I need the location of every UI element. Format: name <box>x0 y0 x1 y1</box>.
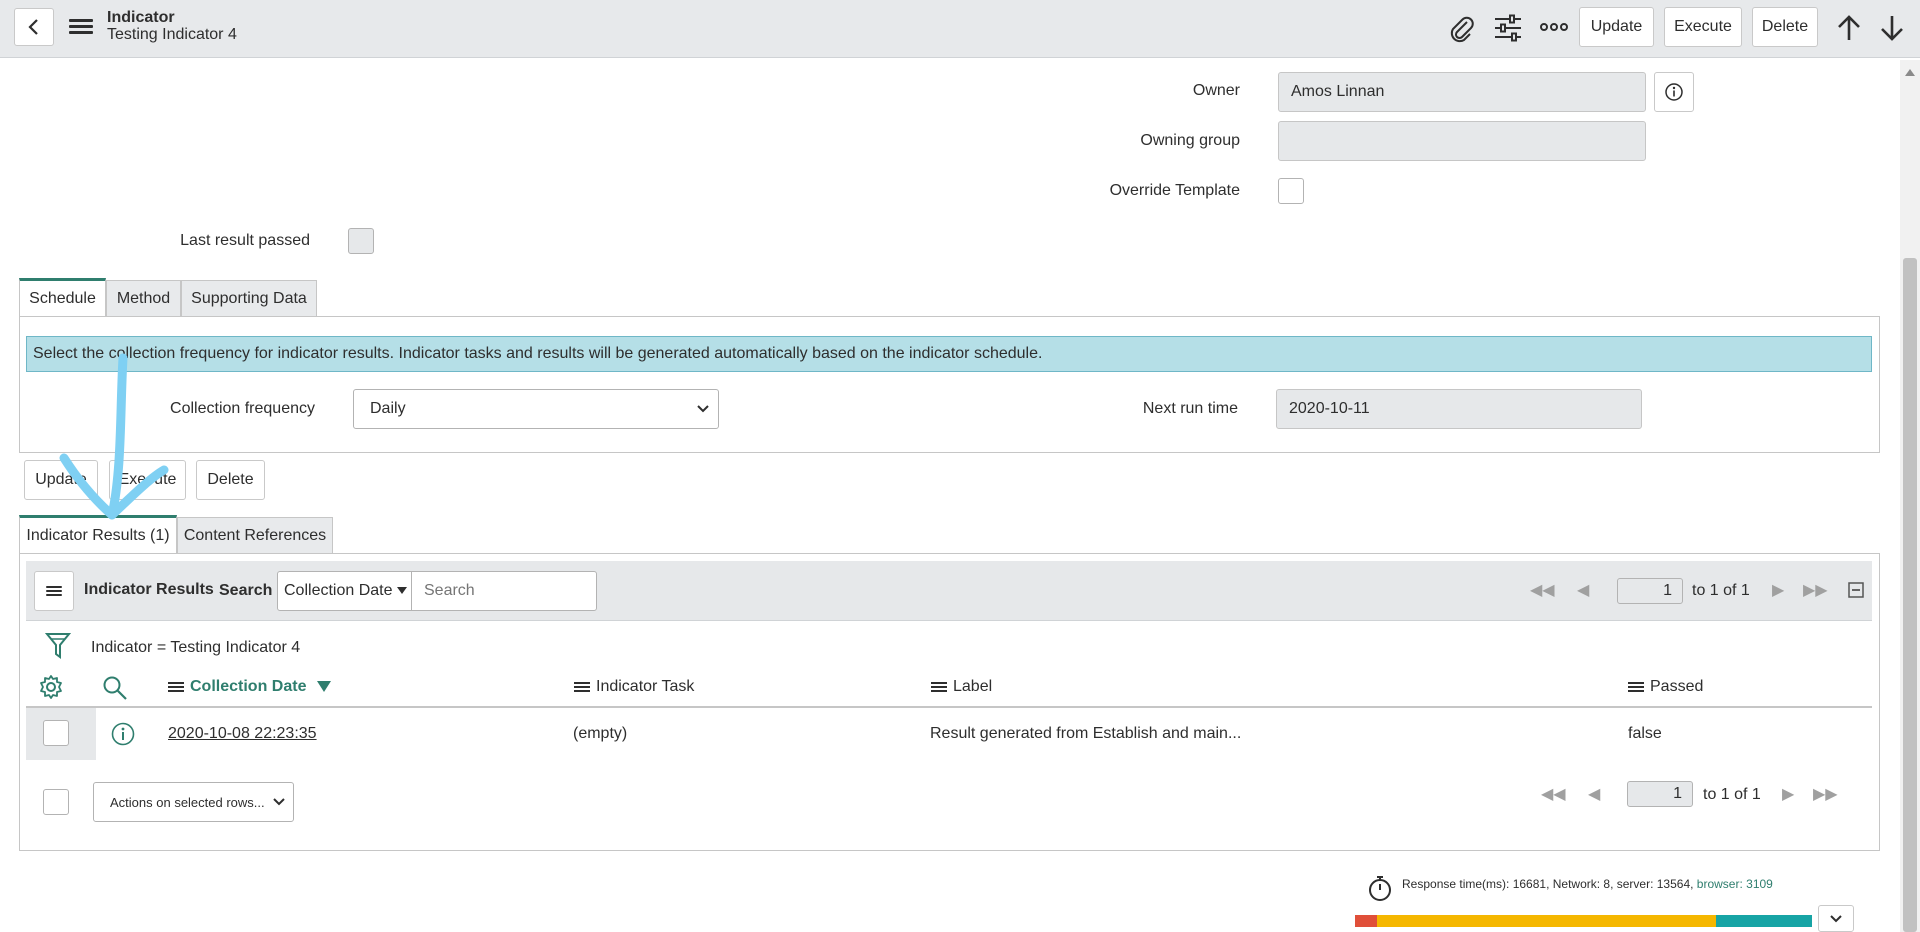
tab-supporting-data[interactable]: Supporting Data <box>181 280 317 317</box>
footer-last-page-icon[interactable]: ▶▶ <box>1813 784 1838 804</box>
cell-indicator-task: (empty) <box>573 725 628 742</box>
column-menu-icon[interactable] <box>1628 680 1644 694</box>
info-icon <box>1665 83 1683 101</box>
search-label: Search <box>219 582 273 599</box>
record-type: Indicator <box>107 9 175 26</box>
search-field-select[interactable]: Collection Date <box>277 571 412 611</box>
chevron-down-icon <box>697 405 709 413</box>
next-run-time-field[interactable]: 2020-10-11 <box>1276 389 1642 429</box>
footer-prev-page-icon[interactable]: ◀ <box>1588 784 1600 804</box>
tab-content-references[interactable]: Content References <box>177 517 333 554</box>
footer-page-number-input[interactable]: 1 <box>1627 781 1693 807</box>
response-bar-server <box>1355 915 1377 927</box>
collection-frequency-label: Collection frequency <box>170 400 315 417</box>
row-info-icon[interactable] <box>111 722 135 746</box>
override-template-checkbox[interactable] <box>1278 178 1304 204</box>
collection-frequency-value: Daily <box>370 400 406 417</box>
chevron-down-icon <box>1830 914 1842 922</box>
gear-icon[interactable] <box>38 674 64 700</box>
column-header-indicator-task[interactable]: Indicator Task <box>574 678 694 696</box>
header-delete-button[interactable]: Delete <box>1752 7 1818 47</box>
back-button[interactable] <box>14 8 54 46</box>
owner-field[interactable]: Amos Linnan <box>1278 72 1646 112</box>
column-menu-icon[interactable] <box>574 680 590 694</box>
more-options-icon[interactable] <box>1540 22 1568 32</box>
table-row: 2020-10-08 22:23:35 (empty) Result gener… <box>26 708 1872 760</box>
column-header-label[interactable]: Label <box>931 678 992 696</box>
collection-frequency-select[interactable]: Daily <box>353 389 719 429</box>
response-expand-button[interactable] <box>1818 905 1854 932</box>
sort-descending-icon <box>316 680 331 692</box>
owning-group-label: Owning group <box>1140 132 1240 149</box>
scrollbar-thumb[interactable] <box>1903 258 1917 932</box>
page-number-input[interactable]: 1 <box>1617 578 1683 604</box>
record-name: Testing Indicator 4 <box>107 26 237 43</box>
form-execute-button[interactable]: Execute <box>109 460 186 500</box>
tab-schedule[interactable]: Schedule <box>19 278 106 317</box>
next-page-icon[interactable]: ▶ <box>1772 580 1784 600</box>
search-icon[interactable] <box>102 675 128 701</box>
column-menu-icon[interactable] <box>168 680 184 694</box>
column-header-passed[interactable]: Passed <box>1628 678 1703 696</box>
chevron-left-icon <box>28 19 38 35</box>
last-result-passed-checkbox <box>348 228 374 254</box>
tab-method[interactable]: Method <box>106 280 181 317</box>
page-total: to 1 of 1 <box>1692 582 1750 599</box>
search-input[interactable] <box>411 571 597 611</box>
header-update-button[interactable]: Update <box>1579 7 1654 47</box>
response-time-text: Response time(ms): 16681, Network: 8, se… <box>1402 877 1773 891</box>
last-result-passed-label: Last result passed <box>180 232 310 249</box>
override-template-label: Override Template <box>1109 182 1240 199</box>
cell-passed: false <box>1628 725 1662 742</box>
form-delete-button[interactable]: Delete <box>196 460 265 500</box>
chevron-down-icon <box>273 798 285 806</box>
response-bar-browser <box>1377 915 1716 927</box>
caret-down-icon <box>396 587 407 594</box>
context-menu-icon[interactable] <box>69 16 93 37</box>
owner-label: Owner <box>1192 82 1240 99</box>
footer-next-page-icon[interactable]: ▶ <box>1782 784 1794 804</box>
owning-group-field[interactable] <box>1278 121 1646 161</box>
next-run-time-label: Next run time <box>1142 400 1238 417</box>
row-select-checkbox[interactable] <box>43 720 69 746</box>
list-menu-button[interactable] <box>34 571 74 611</box>
column-header-collection-date[interactable]: Collection Date <box>168 678 331 696</box>
cell-collection-date[interactable]: 2020-10-08 22:23:35 <box>168 725 317 743</box>
form-update-button[interactable]: Update <box>24 460 98 500</box>
arrow-down-icon[interactable] <box>1879 14 1905 42</box>
collapse-list-icon[interactable] <box>1848 582 1864 598</box>
filter-breadcrumb[interactable]: Indicator = Testing Indicator 4 <box>91 639 300 657</box>
footer-first-page-icon[interactable]: ◀◀ <box>1541 784 1566 804</box>
footer-page-total: to 1 of 1 <box>1703 786 1761 803</box>
header-execute-button[interactable]: Execute <box>1664 7 1742 47</box>
settings-sliders-icon[interactable] <box>1493 14 1523 42</box>
tab-indicator-results[interactable]: Indicator Results (1) <box>19 515 177 554</box>
paperclip-icon[interactable] <box>1448 14 1476 44</box>
first-page-icon[interactable]: ◀◀ <box>1530 580 1555 600</box>
response-bar-network <box>1716 915 1812 927</box>
last-page-icon[interactable]: ▶▶ <box>1803 580 1828 600</box>
scroll-up-icon[interactable] <box>1905 68 1915 76</box>
column-menu-icon[interactable] <box>931 680 947 694</box>
list-menu-icon <box>46 584 62 598</box>
actions-select[interactable]: Actions on selected rows... <box>93 782 294 822</box>
select-all-checkbox[interactable] <box>43 789 69 815</box>
search-field-value: Collection Date <box>284 582 393 599</box>
arrow-up-icon[interactable] <box>1836 14 1862 42</box>
cell-label: Result generated from Establish and main… <box>930 725 1242 742</box>
actions-select-value: Actions on selected rows... <box>110 794 265 810</box>
owner-info-button[interactable] <box>1654 72 1694 112</box>
schedule-info-message: Select the collection frequency for indi… <box>26 336 1872 372</box>
filter-icon[interactable] <box>45 632 71 660</box>
stopwatch-icon <box>1369 876 1391 901</box>
prev-page-icon[interactable]: ◀ <box>1577 580 1589 600</box>
list-title: Indicator Results <box>84 581 214 598</box>
browser-time: browser: 3109 <box>1696 877 1773 891</box>
